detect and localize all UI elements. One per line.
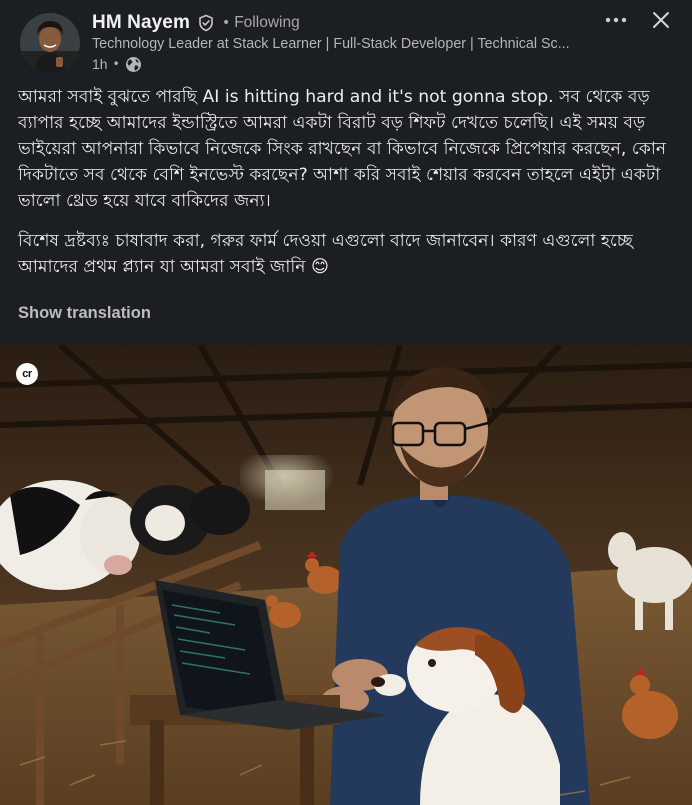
author-name[interactable]: HM Nayem (92, 12, 190, 34)
author-name-row: HM Nayem • Following (92, 10, 300, 36)
post-meta: 1h • (92, 55, 142, 73)
verified-shield-icon (197, 14, 215, 32)
content-credentials-badge[interactable]: cr (16, 363, 38, 385)
feed-post: HM Nayem • Following Technology Leader a… (0, 0, 692, 805)
separator-dot: • (221, 15, 231, 31)
show-translation-button[interactable]: Show translation (18, 304, 151, 323)
follow-status[interactable]: Following (234, 14, 299, 32)
author-avatar[interactable] (20, 13, 80, 73)
post-image[interactable]: cr (0, 345, 692, 805)
post-body: আমরা সবাই বুঝতে পারছি AI is hitting hard… (18, 84, 674, 280)
barn-scene-illustration (0, 345, 692, 805)
post-header: HM Nayem • Following Technology Leader a… (0, 0, 692, 80)
close-icon[interactable] (646, 6, 676, 34)
globe-icon (125, 56, 142, 73)
more-options-icon[interactable] (600, 8, 632, 32)
post-time: 1h (92, 56, 108, 72)
post-paragraph-2: বিশেষ দ্রষ্টব্যঃ চাষাবাদ করা, গরুর ফার্ম… (18, 231, 634, 277)
author-headline: Technology Leader at Stack Learner | Ful… (92, 36, 570, 52)
post-paragraph-1: আমরা সবাই বুঝতে পারছি AI is hitting hard… (18, 87, 667, 211)
meta-separator: • (112, 57, 120, 71)
